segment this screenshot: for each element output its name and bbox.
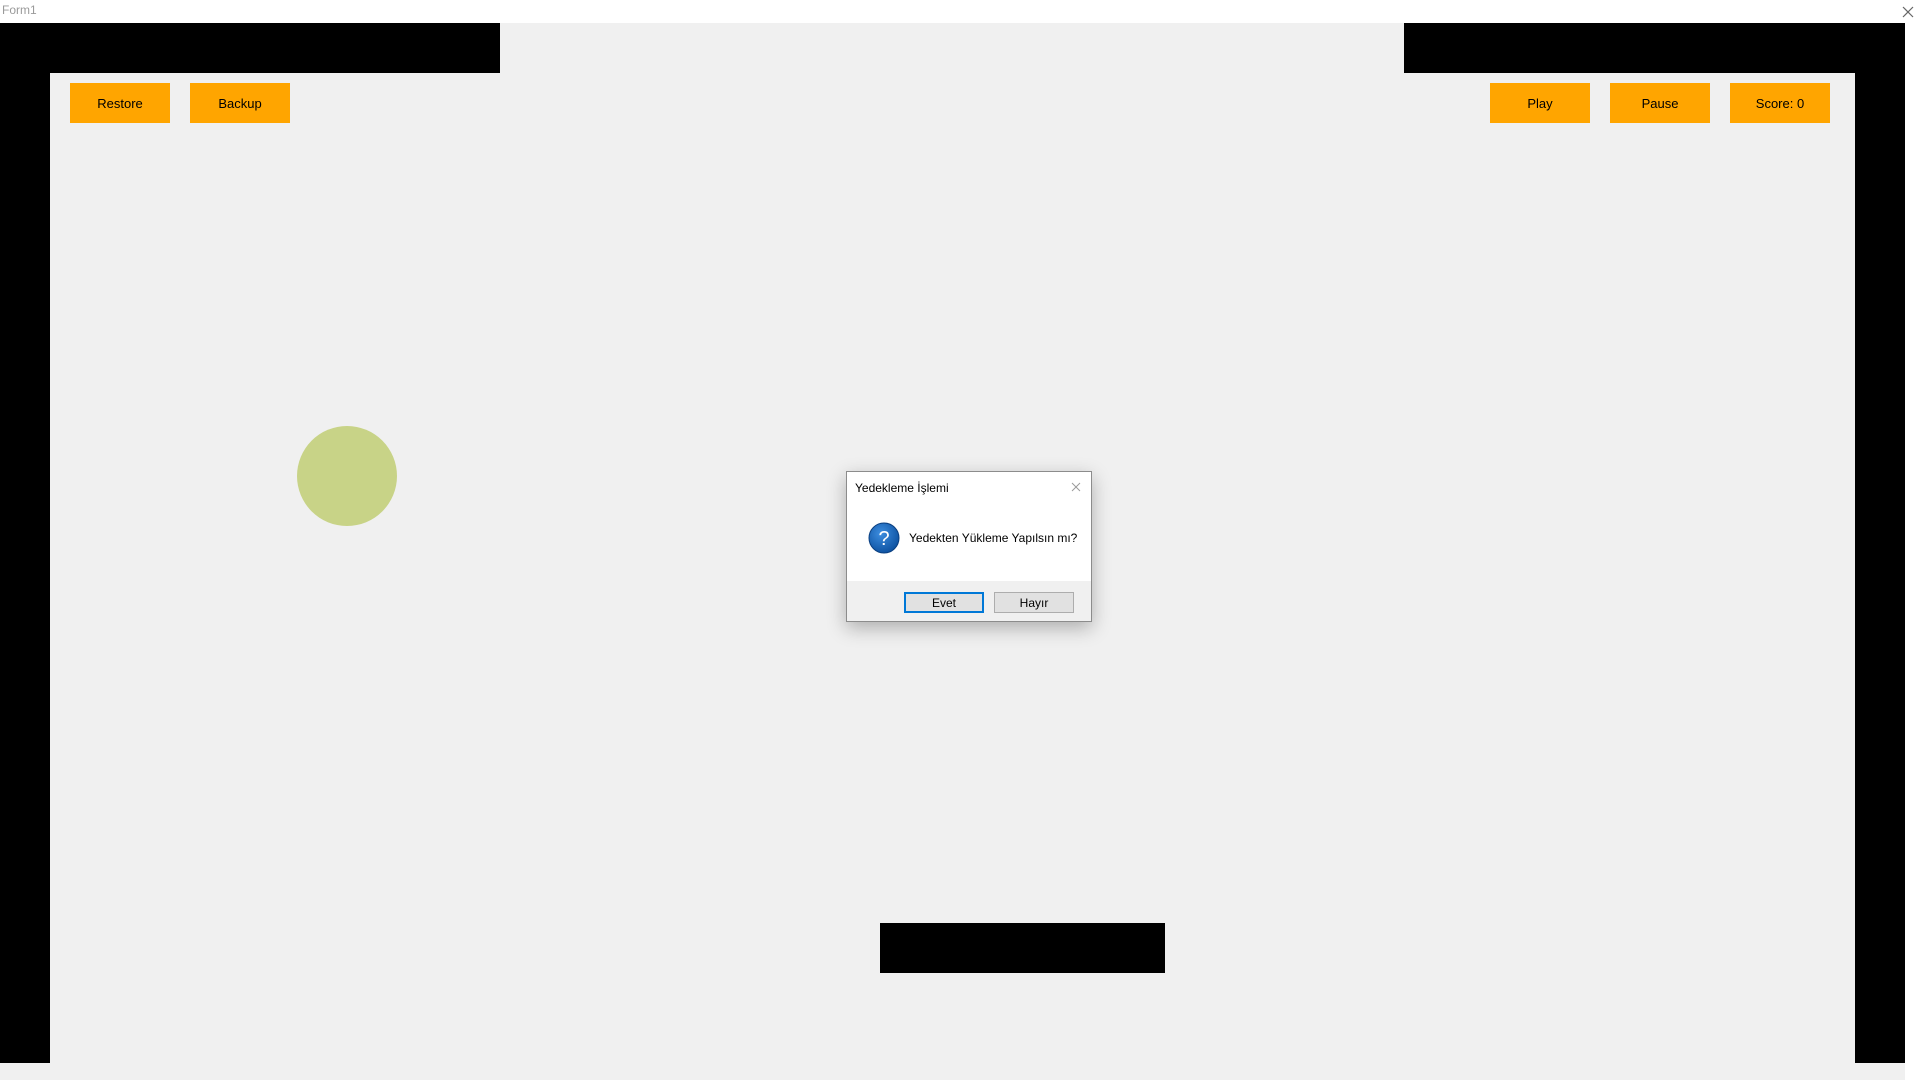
pause-button[interactable]: Pause <box>1610 83 1710 123</box>
dialog-body: ? Yedekten Yükleme Yapılsın mı? <box>847 502 1091 582</box>
ball <box>297 426 397 526</box>
window-title-bar: Form1 <box>0 0 1920 23</box>
question-icon: ? <box>868 522 900 554</box>
score-button[interactable]: Score: 0 <box>1730 83 1830 123</box>
dialog-close-button[interactable] <box>1065 476 1087 498</box>
dialog-footer: Evet Hayır <box>847 581 1091 621</box>
restore-button[interactable]: Restore <box>70 83 170 123</box>
play-button[interactable]: Play <box>1490 83 1590 123</box>
window-title: Form1 <box>2 3 37 17</box>
top-right-wall <box>1404 23 1905 73</box>
right-wall <box>1855 23 1905 1063</box>
dialog-message: Yedekten Yükleme Yapılsın mı? <box>909 531 1078 545</box>
svg-text:?: ? <box>878 528 889 550</box>
window-close-button[interactable] <box>1896 0 1920 23</box>
dialog-title: Yedekleme İşlemi <box>855 481 949 495</box>
message-dialog: Yedekleme İşlemi ? Yedekten Yükleme Yapı… <box>846 471 1092 622</box>
backup-button[interactable]: Backup <box>190 83 290 123</box>
left-wall <box>0 23 50 1063</box>
close-icon <box>1902 6 1914 17</box>
top-left-wall <box>0 23 500 73</box>
yes-button[interactable]: Evet <box>904 592 984 613</box>
no-button[interactable]: Hayır <box>994 592 1074 613</box>
close-icon <box>1071 482 1081 492</box>
paddle[interactable] <box>880 923 1165 973</box>
